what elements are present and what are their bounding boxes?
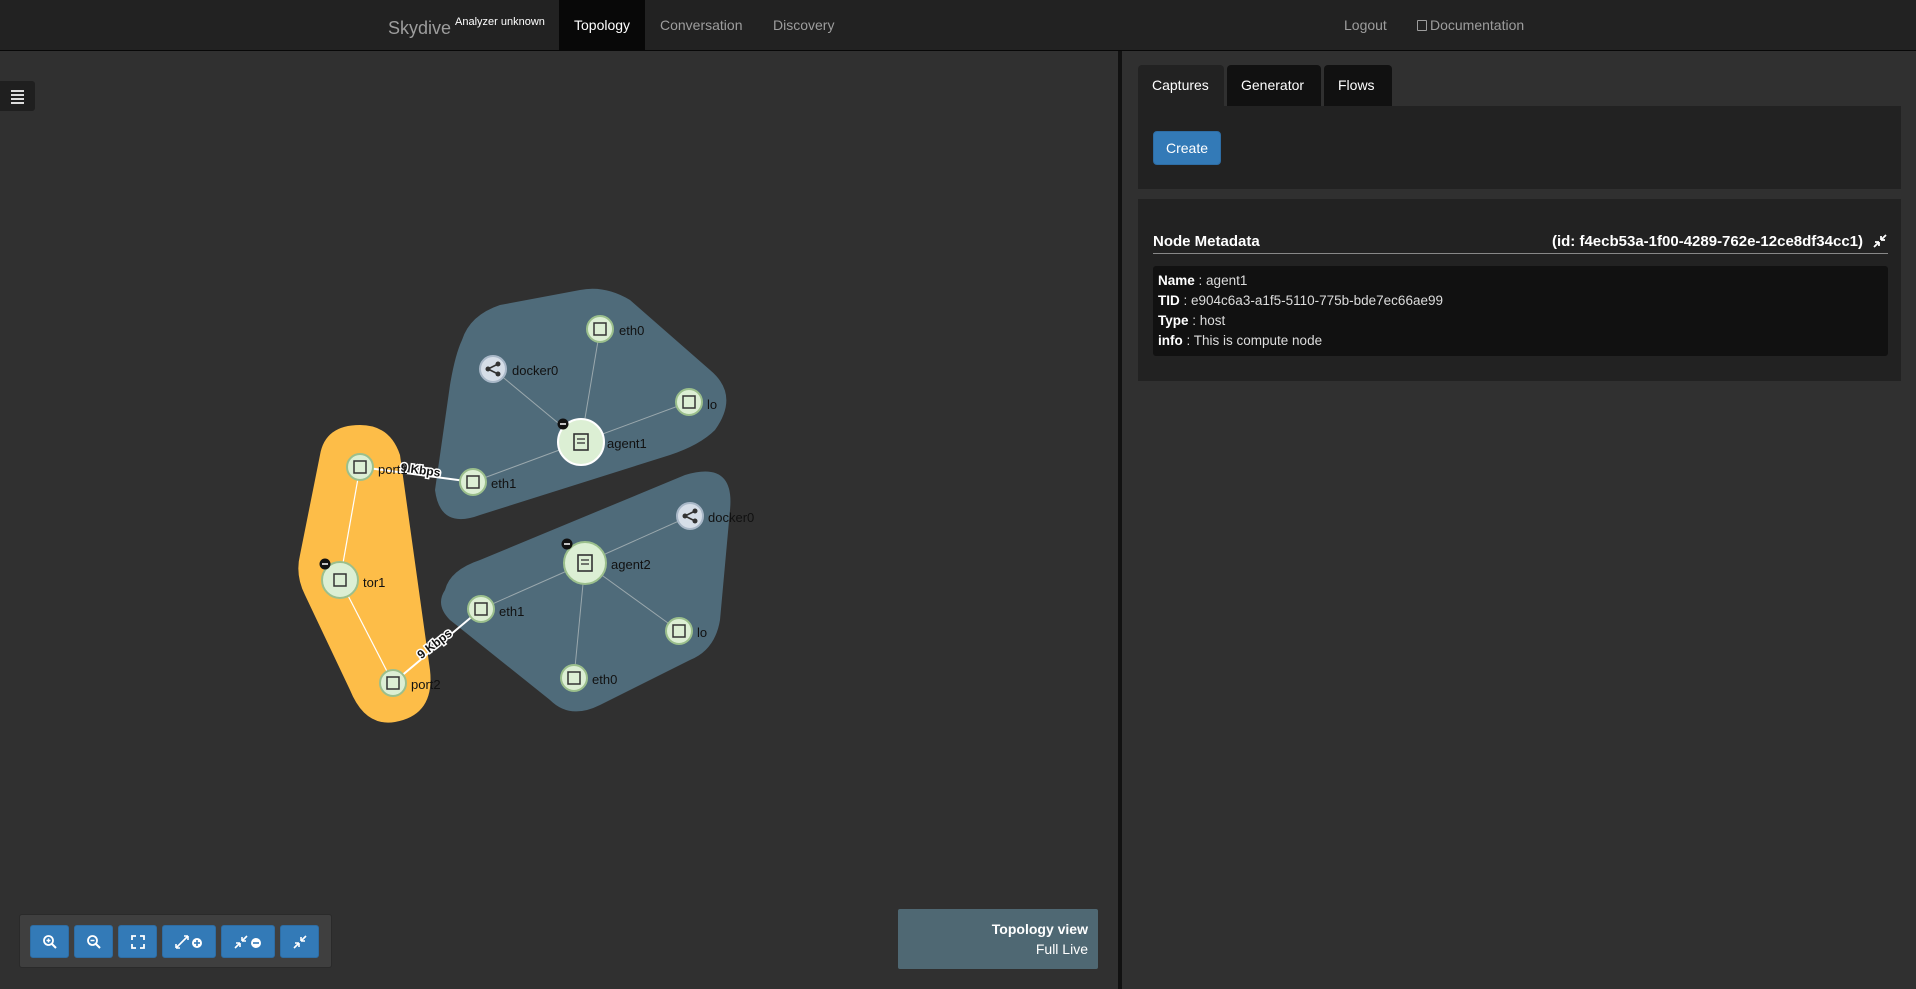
- metadata-row-info: info : This is compute node: [1158, 333, 1323, 348]
- field-value: host: [1199, 313, 1226, 328]
- node-label-agent2-docker0: docker0: [708, 510, 754, 525]
- metadata-header: Node Metadata (id: f4ecb53a-1f00-4289-76…: [1153, 229, 1888, 254]
- tab-captures[interactable]: Captures: [1138, 65, 1224, 106]
- compress-button[interactable]: [280, 925, 319, 958]
- graph-toolbar: [19, 914, 332, 968]
- node-label-agent2: agent2: [611, 557, 651, 572]
- documentation-label: Documentation: [1430, 17, 1525, 33]
- node-id: (id: f4ecb53a-1f00-4289-762e-12ce8df34cc…: [1551, 233, 1863, 250]
- book-icon: [1417, 20, 1427, 31]
- node-label-tor1: tor1: [363, 575, 385, 590]
- node-label-port2: port2: [411, 677, 441, 692]
- collapse-icon: [292, 934, 307, 949]
- topology-view-indicator: Topology view Full Live: [898, 909, 1098, 969]
- field-value: This is compute node: [1193, 333, 1323, 348]
- nav-tab-topology[interactable]: Topology: [559, 0, 646, 51]
- brand-subtitle: Analyzer unknown: [455, 16, 545, 28]
- collapse-icon[interactable]: [1872, 233, 1888, 249]
- node-label-agent1-eth0: eth0: [619, 323, 644, 338]
- fullscreen-button[interactable]: [118, 925, 157, 958]
- menu-icon-line: [11, 102, 24, 104]
- collapse-all-icon: [234, 934, 261, 949]
- zoom-in-button[interactable]: [30, 925, 69, 958]
- field-key: info: [1158, 333, 1183, 348]
- top-navbar: Skydive Analyzer unknown Topology Convers…: [0, 0, 1916, 51]
- nav-tab-conversation[interactable]: Conversation: [645, 0, 758, 51]
- node-label-port1: port1: [378, 462, 408, 477]
- metadata-fields: Name : agent1 TID : e904c6a3-a1f5-5110-7…: [1153, 266, 1888, 356]
- topology-pane[interactable]: 9 Kbps 9 Kbps agent1 eth0 docker0 lo eth…: [0, 51, 1118, 989]
- zoom-out-button[interactable]: [74, 925, 113, 958]
- nav-tab-discovery[interactable]: Discovery: [758, 0, 849, 51]
- metadata-row-name: Name : agent1: [1158, 273, 1248, 288]
- collapse-all-button[interactable]: [221, 925, 275, 958]
- create-capture-button[interactable]: Create: [1153, 131, 1221, 165]
- field-value: e904c6a3-a1f5-5110-775b-bde7ec66ae99: [1191, 293, 1443, 308]
- node-label-agent1-lo: lo: [707, 397, 717, 412]
- topology-graph[interactable]: 9 Kbps 9 Kbps agent1 eth0 docker0 lo eth…: [0, 51, 1118, 989]
- expand-all-icon: [175, 934, 202, 949]
- brand-name[interactable]: Skydive: [388, 18, 451, 38]
- node-label-agent2-lo: lo: [697, 625, 707, 640]
- captures-panel: Create: [1138, 106, 1901, 189]
- node-label-agent1: agent1: [607, 436, 647, 451]
- node-label-agent2-eth0: eth0: [592, 672, 617, 687]
- node-label-agent2-eth1: eth1: [499, 604, 524, 619]
- node-label-agent1-docker0: docker0: [512, 363, 558, 378]
- field-value: agent1: [1206, 273, 1248, 288]
- view-mode: Full Live: [1035, 941, 1088, 957]
- metadata-row-type: Type : host: [1158, 313, 1226, 328]
- node-label-agent1-eth1: eth1: [491, 476, 516, 491]
- node-metadata-panel: Node Metadata (id: f4ecb53a-1f00-4289-76…: [1138, 199, 1901, 381]
- field-key: Name: [1158, 273, 1195, 288]
- metadata-row-tid: TID : e904c6a3-a1f5-5110-775b-bde7ec66ae…: [1158, 293, 1443, 308]
- side-menu-button[interactable]: [0, 81, 35, 111]
- tab-generator[interactable]: Generator: [1227, 65, 1321, 106]
- documentation-link[interactable]: Documentation: [1402, 0, 1539, 51]
- logout-link[interactable]: Logout: [1329, 0, 1402, 51]
- menu-icon-line: [11, 94, 24, 96]
- brand[interactable]: Skydive Analyzer unknown: [388, 16, 545, 39]
- view-title: Topology view: [991, 921, 1088, 937]
- zoom-in-icon: [42, 934, 57, 949]
- metadata-title: Node Metadata: [1153, 233, 1260, 250]
- expand-all-button[interactable]: [162, 925, 216, 958]
- side-panel: Captures Generator Flows Create Node Met…: [1122, 51, 1916, 989]
- menu-icon-line: [11, 98, 24, 100]
- tab-flows[interactable]: Flows: [1324, 65, 1392, 106]
- field-key: TID: [1158, 293, 1180, 308]
- fullscreen-icon: [130, 934, 145, 949]
- zoom-out-icon: [86, 934, 101, 949]
- field-key: Type: [1158, 313, 1189, 328]
- menu-icon: [11, 90, 24, 92]
